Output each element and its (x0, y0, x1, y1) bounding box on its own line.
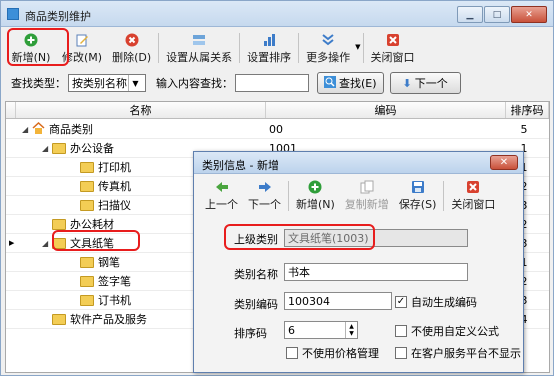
prev-button[interactable]: 上一个 (200, 177, 243, 213)
dialog-title-bar: 类别信息 - 新增 ✕ (194, 152, 523, 174)
dialog-close-window-button[interactable]: 关闭窗口 (446, 177, 500, 213)
close-icon (385, 32, 401, 48)
row-pointer-icon: ▶ (9, 239, 15, 247)
search-icon (324, 75, 336, 91)
delete-button[interactable]: 删除(D) (107, 29, 156, 67)
next-button[interactable]: ⬇ 下一个 (389, 72, 461, 94)
arrow-left-icon (214, 179, 230, 195)
search-type-label: 查找类型： (11, 77, 66, 90)
highlight-add-button (7, 28, 69, 66)
window-title: 商品类别维护 (25, 10, 91, 23)
header-sort: 排序码 (506, 102, 549, 118)
dialog-toolbar: 上一个 下一个 新增(N) 复制新增 保存(S) 关闭窗口 (200, 177, 500, 213)
next-record-button[interactable]: 下一个 (243, 177, 286, 213)
folder-icon (80, 275, 94, 287)
folder-icon (52, 142, 66, 154)
header-name: 名称 (16, 102, 266, 118)
home-icon (32, 121, 45, 137)
auto-code-checkbox[interactable]: ✓ 自动生成编码 (395, 294, 477, 310)
arrow-down-icon: ⬇ (402, 76, 412, 90)
collapse-icon[interactable]: ◢ (42, 144, 52, 153)
folder-icon (80, 294, 94, 306)
arrow-right-icon (257, 179, 273, 195)
chevron-down-icon: ▼ (128, 75, 142, 91)
category-name-label: 类别名称 (234, 268, 278, 281)
no-price-mgmt-checkbox[interactable]: 不使用价格管理 (286, 345, 379, 361)
header-code: 编码 (266, 102, 506, 118)
search-row: 查找类型： 按类别名称 ▼ 输入内容查找： 查找(E) ⬇ 下一个 (11, 72, 461, 94)
sort-code-stepper[interactable]: 6 ▲ ▼ (284, 321, 358, 339)
sort-icon (261, 32, 277, 48)
folder-icon (80, 256, 94, 268)
collapse-icon[interactable]: ◢ (42, 239, 52, 248)
chevron-double-down-icon (320, 32, 336, 48)
app-icon (7, 8, 19, 20)
save-button[interactable]: 保存(S) (394, 177, 442, 213)
set-relation-button[interactable]: 设置从属关系 (161, 29, 237, 67)
edit-icon (74, 32, 90, 48)
no-show-client-checkbox[interactable]: 在客户服务平台不显示 (395, 345, 521, 361)
category-code-field[interactable]: 100304 (284, 292, 392, 310)
add-icon (307, 179, 323, 195)
spin-arrows-icon[interactable]: ▲ ▼ (345, 322, 357, 338)
close-window-button[interactable]: 关闭窗口 (366, 29, 420, 67)
category-info-dialog: 类别信息 - 新增 ✕ 上一个 下一个 新增(N) 复制新增 保存(S) 关闭窗… (193, 151, 524, 373)
folder-icon (52, 218, 66, 230)
copy-add-button[interactable]: 复制新增 (340, 177, 394, 213)
set-sort-button[interactable]: 设置排序 (242, 29, 296, 67)
folder-icon (80, 199, 94, 211)
dialog-close-button[interactable]: ✕ (490, 155, 518, 170)
delete-icon (124, 32, 140, 48)
find-button[interactable]: 查找(E) (317, 72, 384, 94)
collapse-icon[interactable]: ◢ (22, 125, 32, 134)
no-custom-formula-checkbox[interactable]: 不使用自定义公式 (395, 323, 499, 339)
checkmark-icon: ✓ (395, 296, 407, 308)
folder-icon (80, 180, 94, 192)
close-icon (465, 179, 481, 195)
category-code-label: 类别编码 (234, 298, 278, 311)
relation-icon (191, 32, 207, 48)
folder-icon (80, 161, 94, 173)
search-content-label: 输入内容查找： (156, 77, 233, 90)
folder-icon (52, 313, 66, 325)
highlight-parent-category (224, 224, 375, 250)
search-type-select[interactable]: 按类别名称 ▼ (68, 74, 146, 92)
main-toolbar: 新增(N) 修改(M) 删除(D) 设置从属关系 设置排序 更多操作 ▼ 关闭窗… (5, 29, 550, 67)
highlight-selected-row (52, 230, 140, 251)
dialog-add-button[interactable]: 新增(N) (291, 177, 340, 213)
grid-header: 名称 编码 排序码 (6, 102, 549, 119)
maximize-button[interactable]: □ (484, 6, 510, 23)
sort-code-label: 排序码 (234, 327, 267, 340)
save-icon (410, 179, 426, 195)
more-dropdown-icon: ▼ (355, 43, 361, 51)
table-row[interactable]: ◢ 商品类别 00 5 (6, 120, 549, 139)
more-actions-button[interactable]: 更多操作 (301, 29, 355, 67)
copy-icon (359, 179, 375, 195)
dialog-title: 类别信息 - 新增 (202, 159, 279, 172)
category-name-field[interactable]: 书本 (284, 263, 468, 281)
title-bar: 商品类别维护 ▁ □ ✕ (1, 1, 553, 27)
close-button[interactable]: ✕ (511, 6, 547, 23)
search-input[interactable] (235, 74, 309, 92)
minimize-button[interactable]: ▁ (457, 6, 483, 23)
